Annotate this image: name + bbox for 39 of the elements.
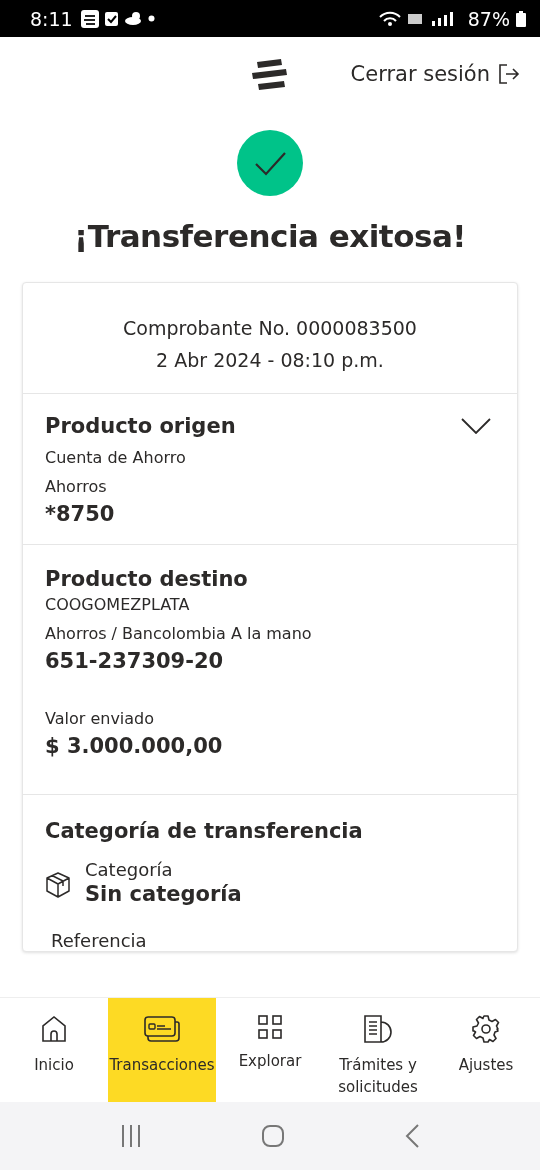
recipient-account-detail: Ahorros / Bancolombia A la mano (45, 624, 313, 643)
checkbox-notification-icon (104, 11, 119, 26)
recipient-account-number: 651-237309-20 (45, 649, 225, 673)
nav-tab[interactable]: Transacciones (108, 998, 216, 1102)
grid-icon (257, 1014, 283, 1040)
logout-button[interactable]: Cerrar sesión (350, 61, 520, 86)
receipt-date: 2 Abr 2024 - 08:10 p.m. (156, 349, 384, 371)
amount-value: $ 3.000.000,00 (45, 734, 224, 758)
category-value: Sin categoría (85, 882, 242, 906)
logout-icon (498, 62, 520, 85)
app-notification-icon (80, 9, 99, 28)
success-check-icon (237, 130, 303, 196)
dot-icon (147, 15, 155, 22)
battery-percent: 87% (467, 7, 510, 30)
battery-icon (516, 10, 526, 27)
category-label: Categoría (85, 859, 174, 880)
account-subtype: Ahorros (45, 477, 108, 496)
home-icon (39, 1014, 69, 1044)
weather-icon (124, 12, 142, 25)
section-title: Producto destino (45, 567, 249, 591)
success-title: ¡Transferencia exitosa! (74, 218, 466, 254)
recipient-name: COOGOMEZPLATA (45, 595, 191, 614)
account-type: Cuenta de Ahorro (45, 448, 187, 467)
amount-label: Valor enviado (45, 709, 156, 728)
section-title: Producto origen (45, 414, 236, 438)
document-icon (362, 1014, 394, 1044)
back-icon[interactable] (404, 1123, 421, 1149)
status-time: 8:11 (30, 7, 73, 30)
chevron-icon[interactable] (461, 418, 491, 434)
account-number: *8750 (45, 502, 116, 526)
cards-icon (143, 1014, 181, 1044)
home-button-icon[interactable] (261, 1124, 285, 1148)
bank-logo (251, 58, 289, 92)
section-title: Categoría de transferencia (45, 819, 364, 843)
receipt-number: Comprobante No. 0000083500 (123, 317, 417, 339)
box-icon (45, 871, 71, 899)
settings-icon (471, 1014, 501, 1044)
reference-label: Referencia (51, 930, 148, 951)
recents-icon[interactable] (119, 1124, 142, 1148)
